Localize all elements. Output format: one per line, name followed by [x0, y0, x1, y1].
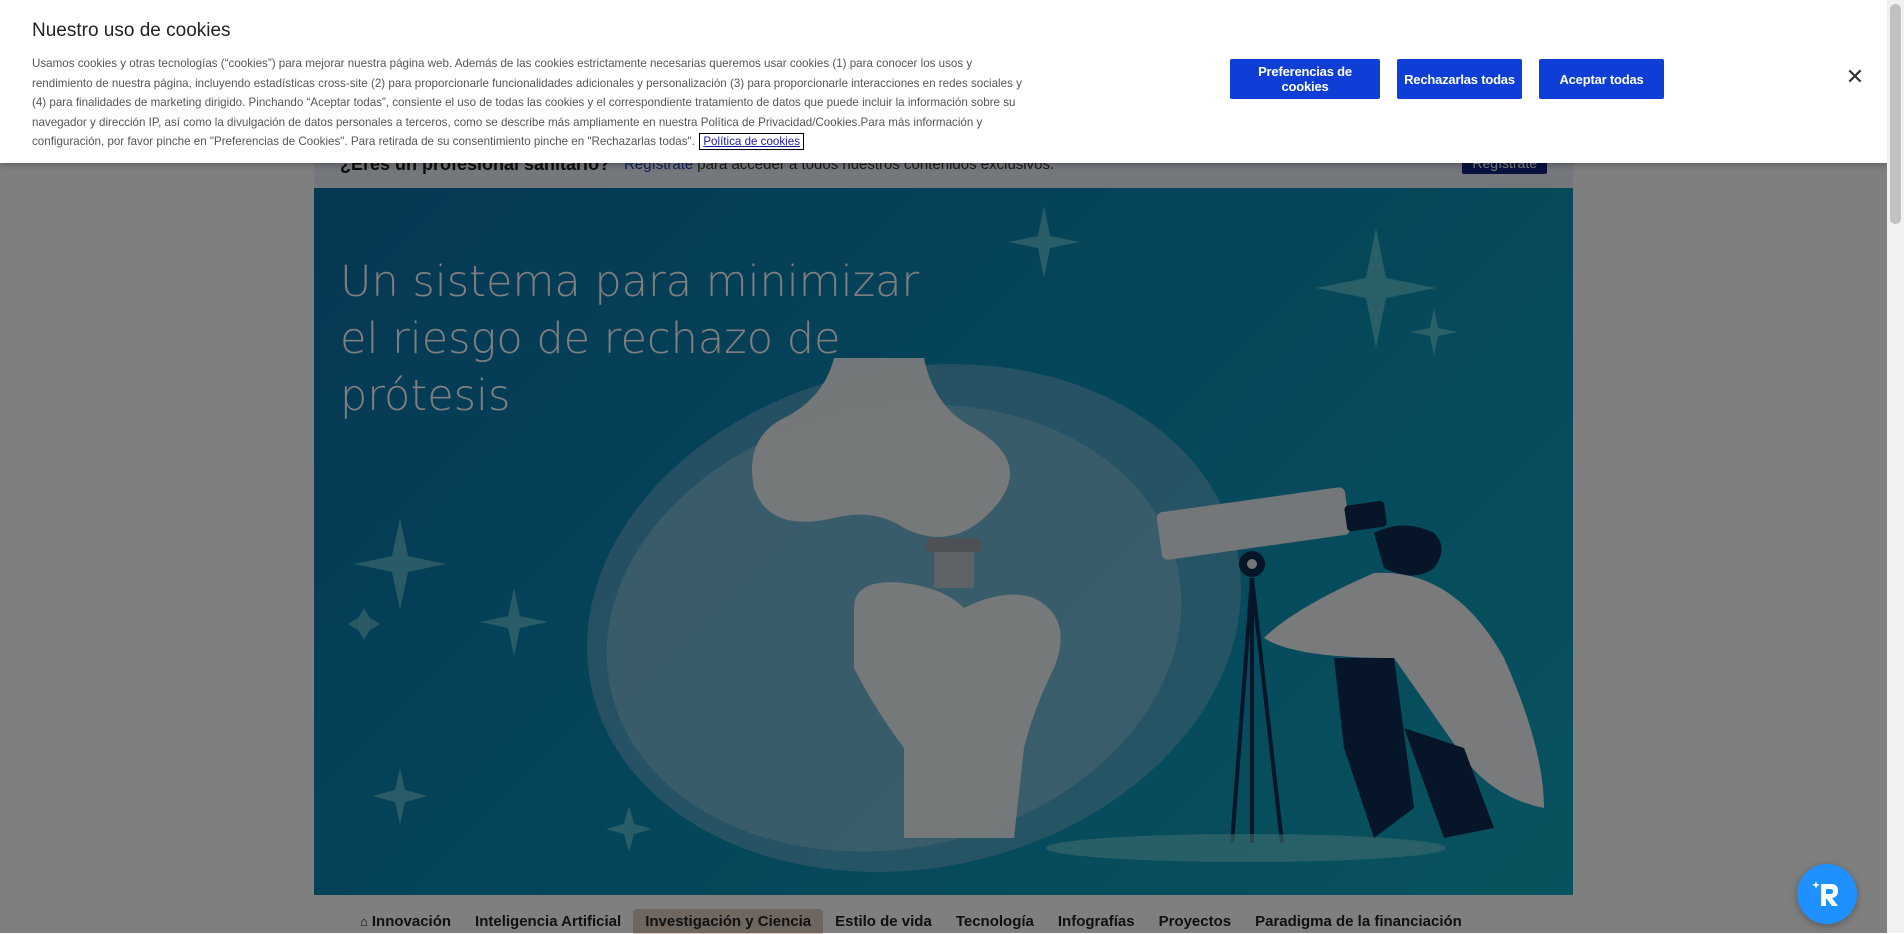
accept-all-button[interactable]: Aceptar todas [1539, 59, 1664, 99]
cookie-preferences-button[interactable]: Preferencias de cookies [1230, 59, 1380, 99]
scrollbar[interactable] [1887, 0, 1904, 933]
scrollbar-thumb[interactable] [1890, 4, 1901, 224]
cookie-description: Usamos cookies y otras tecnologías (“coo… [32, 54, 1032, 152]
accessibility-widget-icon [1812, 881, 1838, 906]
reject-all-button[interactable]: Rechazarlas todas [1397, 59, 1522, 99]
close-icon[interactable]: ✕ [1845, 66, 1865, 88]
cookie-title: Nuestro uso de cookies [32, 20, 231, 41]
cookie-policy-link[interactable]: Política de cookies [699, 133, 804, 151]
cookie-banner: Nuestro uso de cookies Usamos cookies y … [0, 0, 1887, 163]
cookie-body-text: Usamos cookies y otras tecnologías (“coo… [32, 57, 1022, 149]
accessibility-widget-button[interactable] [1797, 864, 1857, 924]
